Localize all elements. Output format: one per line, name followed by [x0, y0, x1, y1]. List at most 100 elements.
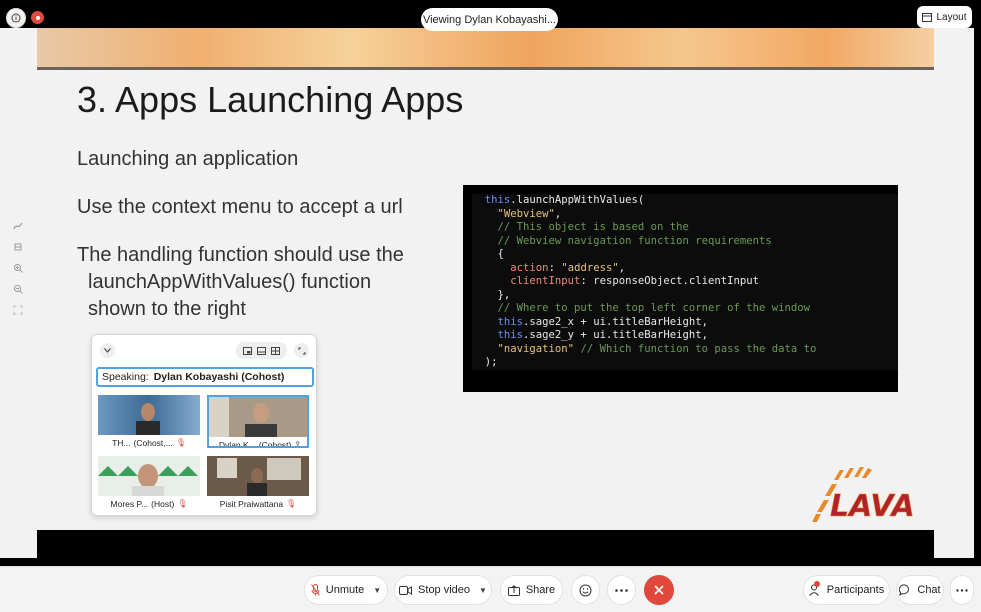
- slide-bottom-bar: [37, 530, 934, 558]
- code-line: this.launchAppWithValues(: [484, 194, 645, 206]
- mic-muted-icon: 🎙: [286, 499, 297, 508]
- eraser-icon[interactable]: [12, 241, 24, 253]
- slide-title: 3. Apps Launching Apps: [77, 79, 464, 120]
- participant-video: [209, 397, 307, 437]
- chat-label: Chat: [917, 584, 941, 596]
- code-line: // Webview navigation function requireme…: [497, 234, 772, 247]
- code-line: clientInput: responseObject.clientInput: [510, 275, 760, 287]
- chat-bubble-icon: [899, 584, 910, 596]
- participant-name: Mores P...: [110, 498, 149, 509]
- fit-screen-icon[interactable]: [12, 304, 24, 316]
- video-panel: Speaking: Dylan Kobayashi (Cohost) TH...…: [91, 334, 317, 516]
- slide-header-banner: [37, 28, 934, 70]
- participant-label: Dylan K... (Cohost) ⇪: [209, 438, 307, 448]
- code-line: );: [472, 356, 498, 368]
- mic-muted-icon: 🎙: [175, 438, 186, 447]
- layout-label: Layout: [936, 11, 967, 23]
- lava-logo: LAVA: [812, 467, 915, 524]
- more-menu-button[interactable]: [950, 575, 974, 605]
- code-line: "navigation" // Which function to pass t…: [497, 342, 817, 355]
- info-icon[interactable]: [6, 8, 26, 28]
- leave-meeting-button[interactable]: [644, 575, 674, 605]
- active-speaker-banner: Speaking: Dylan Kobayashi (Cohost): [96, 367, 314, 387]
- view-mode-group: [236, 342, 287, 359]
- zoom-out-icon[interactable]: [12, 283, 24, 295]
- speaking-label: Speaking:: [102, 371, 149, 383]
- grid-view-icon[interactable]: [271, 346, 281, 355]
- smiley-icon: [579, 584, 592, 596]
- meeting-controls: Unmute ▼ Stop video ▼ Share Participants: [0, 566, 981, 612]
- participant-label: Mores P... (Host) 🎙: [98, 497, 200, 510]
- participants-button[interactable]: Participants: [803, 575, 890, 605]
- code-line: // Where to put the top left corner of t…: [497, 302, 811, 314]
- participant-tile[interactable]: Pisit Praiwattana 🎙: [207, 456, 309, 511]
- ellipsis-icon: [956, 588, 968, 592]
- code-line: this.sage2_y + ui.titleBarHeight,: [497, 329, 708, 341]
- zoom-in-icon[interactable]: [12, 262, 24, 274]
- chevron-down-icon[interactable]: ▼: [373, 586, 381, 595]
- code-line: action: "address",: [510, 261, 626, 274]
- participant-video: [207, 456, 309, 496]
- bullet-line: shown to the right: [88, 298, 246, 320]
- code-line: "Webview",: [497, 207, 562, 220]
- participant-video: [98, 456, 200, 496]
- draw-icon[interactable]: [12, 220, 24, 232]
- logo-wordmark: LAVA: [830, 489, 915, 524]
- reactions-button[interactable]: [571, 575, 600, 605]
- slide-bullet: The handling function should use the lau…: [77, 242, 404, 323]
- code-line: {: [472, 248, 504, 260]
- layout-icon: [922, 12, 933, 22]
- layout-button[interactable]: Layout: [917, 6, 972, 28]
- close-icon: [654, 585, 664, 595]
- more-options-button[interactable]: [607, 575, 636, 605]
- bullet-line: The handling function should use the: [77, 244, 404, 266]
- chevron-down-icon[interactable]: ▼: [479, 586, 487, 595]
- speaker-view-icon[interactable]: [242, 346, 252, 355]
- participant-role: (Host): [151, 498, 175, 509]
- expand-icon: [298, 347, 305, 354]
- code-block: this.launchAppWithValues( "Webview", // …: [472, 194, 898, 370]
- filmstrip-view-icon[interactable]: [256, 346, 266, 355]
- viewing-indicator[interactable]: Viewing Dylan Kobayashi...: [421, 8, 558, 31]
- participants-label: Participants: [826, 584, 885, 596]
- participant-tile[interactable]: TH... (Cohost,... 🎙: [98, 395, 200, 450]
- notification-badge: [814, 581, 820, 587]
- participant-role: (Cohost): [258, 439, 292, 448]
- unmute-button[interactable]: Unmute ▼: [304, 575, 388, 605]
- share-button[interactable]: Share: [500, 575, 563, 605]
- stop-video-label: Stop video: [418, 584, 471, 596]
- code-snippet: this.launchAppWithValues( "Webview", // …: [463, 185, 898, 392]
- code-line: },: [472, 288, 511, 301]
- chevron-down-icon: [104, 348, 111, 353]
- participant-role: (Cohost,...: [133, 437, 173, 448]
- video-camera-icon: [399, 585, 413, 595]
- bullet-line: launchAppWithValues() function: [88, 271, 372, 293]
- slide-bullet: Launching an application: [77, 148, 299, 170]
- expand-panel-button[interactable]: [294, 343, 309, 358]
- annotation-toolbar: [8, 214, 28, 346]
- share-icon: [507, 584, 520, 596]
- code-line: this.sage2_x + ui.titleBarHeight,: [497, 315, 708, 328]
- mic-muted-icon: 🎙: [177, 499, 188, 508]
- ellipsis-icon: [615, 588, 628, 592]
- collapse-panel-button[interactable]: [100, 343, 115, 358]
- share-label: Share: [525, 584, 556, 596]
- code-line: // This object is based on the: [497, 221, 689, 233]
- chat-button[interactable]: Chat: [896, 575, 944, 605]
- participant-tile[interactable]: Mores P... (Host) 🎙: [98, 456, 200, 511]
- unmute-label: Unmute: [325, 584, 365, 596]
- screen-share-icon: ⇪: [294, 440, 302, 448]
- slide-bullet: Use the context menu to accept a url: [77, 196, 403, 218]
- participant-label: Pisit Praiwattana 🎙: [207, 497, 309, 510]
- meeting-window: 3. Apps Launching Apps Launching an appl…: [0, 0, 981, 612]
- participant-name: Dylan K...: [218, 439, 256, 448]
- recording-icon[interactable]: [31, 11, 44, 24]
- mic-muted-icon: [310, 584, 320, 596]
- participant-name: Pisit Praiwattana: [219, 498, 284, 509]
- participant-video: [98, 395, 200, 435]
- participant-name: TH...: [112, 437, 131, 448]
- stop-video-button[interactable]: Stop video ▼: [394, 575, 492, 605]
- participant-label: TH... (Cohost,... 🎙: [98, 436, 200, 449]
- participant-tile-active[interactable]: Dylan K... (Cohost) ⇪: [207, 395, 309, 448]
- speaking-name: Dylan Kobayashi (Cohost): [153, 371, 285, 383]
